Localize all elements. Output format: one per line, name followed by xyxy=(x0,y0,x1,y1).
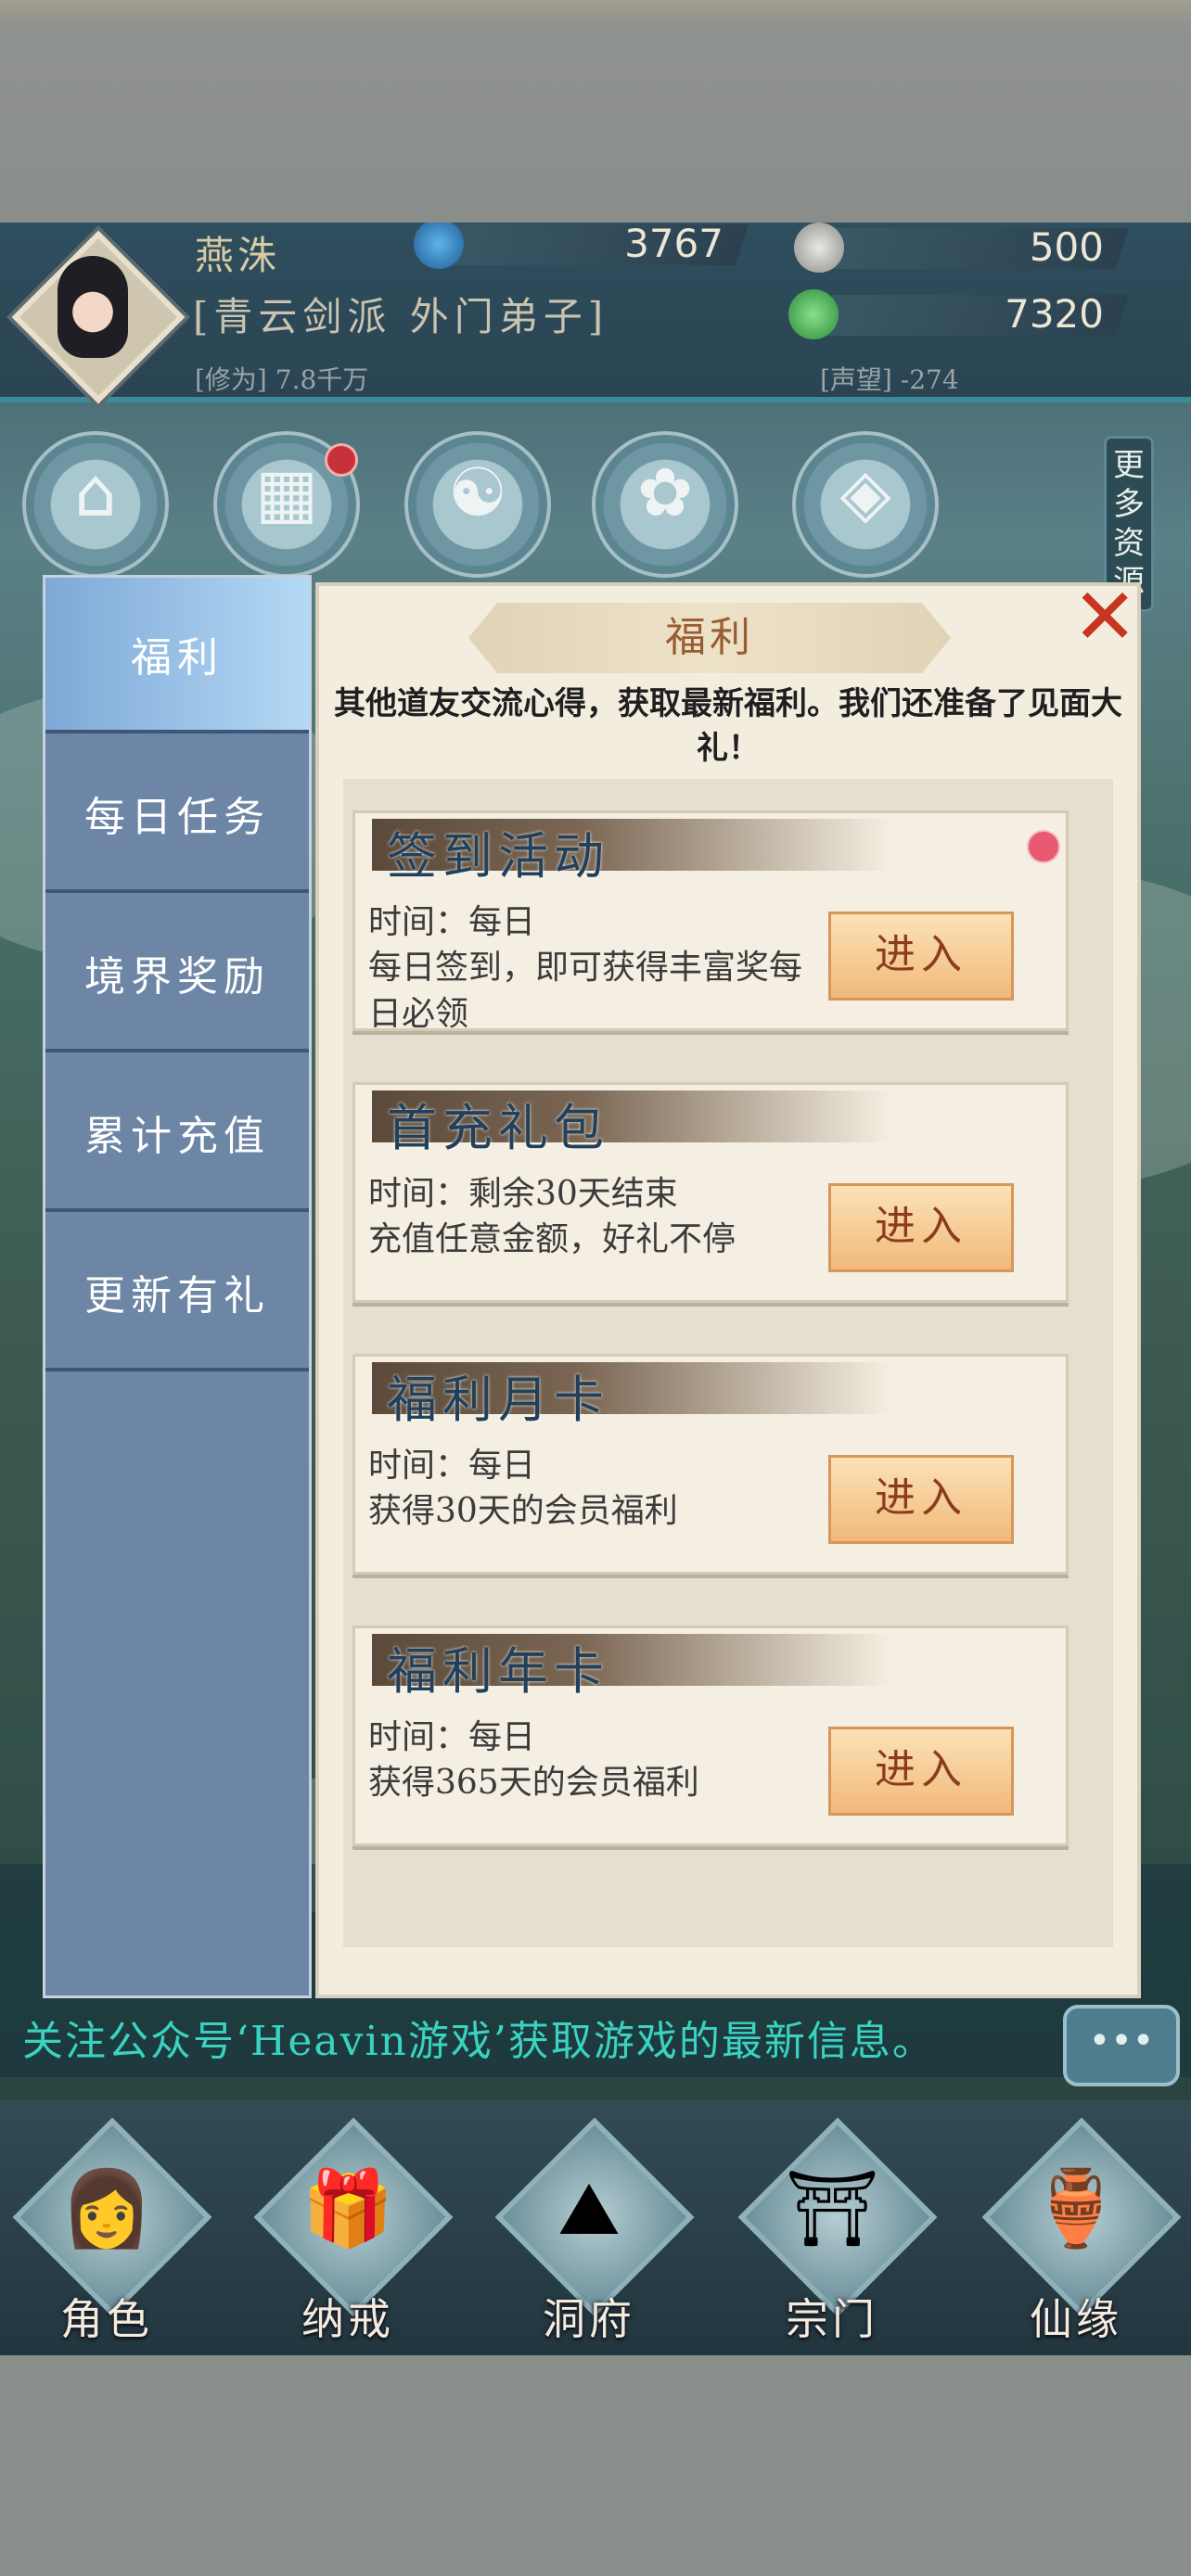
card-title: 福利月卡 xyxy=(387,1371,609,1429)
nav-circle-taiji[interactable]: ☯ xyxy=(404,431,551,578)
bottom-nav-label: 宗门 xyxy=(786,2294,878,2344)
tab-update-gifts[interactable]: 更新有礼 xyxy=(45,1216,309,1371)
card-title: 签到活动 xyxy=(387,827,609,886)
enter-button[interactable]: 进入 xyxy=(828,1183,1014,1272)
chat-more-button[interactable]: ••• xyxy=(1063,2005,1180,2086)
nav-circle-pavilion[interactable]: ⌂ xyxy=(22,431,169,578)
card-description: 获得365天的会员福利 xyxy=(368,1764,699,1802)
card-title: 福利年卡 xyxy=(387,1642,609,1701)
nav-circle-lotus[interactable]: ✿ xyxy=(592,431,738,578)
bottom-nav-fate[interactable]: 🏺 仙缘 xyxy=(969,2117,1183,2344)
player-reputation: [声望] -274 xyxy=(820,364,959,395)
bottom-nav-ring[interactable]: 🎁 纳戒 xyxy=(241,2117,455,2344)
card-time: 时间：剩余30天结束 xyxy=(368,1175,678,1213)
bottom-nav-cave[interactable]: ⛰ 洞府 xyxy=(482,2117,696,2344)
nav-circle-realm[interactable]: ◈ xyxy=(792,431,939,578)
player-name: 燕洙 xyxy=(195,233,281,278)
bottom-nav-label: 洞府 xyxy=(543,2294,635,2344)
tab-welfare[interactable]: 福利 xyxy=(45,578,309,733)
player-sect: [青云剑派 外门弟子] xyxy=(193,294,609,339)
welfare-card-first-recharge: 首充礼包 时间：剩余30天结束 充值任意金额，好礼不停 进入 xyxy=(352,1082,1069,1303)
card-time: 时间：每日 xyxy=(368,1447,536,1485)
bottom-nav-label: 仙缘 xyxy=(1030,2294,1122,2344)
pavilion-icon: ⌂ xyxy=(74,453,117,531)
card-description: 充值任意金额，好礼不停 xyxy=(368,1220,736,1258)
notification-dot xyxy=(325,443,358,477)
header-divider xyxy=(0,397,1191,402)
panel-title: 福利 xyxy=(665,614,754,661)
top-band xyxy=(0,0,1191,223)
realm-icon: ◈ xyxy=(839,453,891,531)
card-description: 获得30天的会员福利 xyxy=(368,1492,678,1530)
enter-button[interactable]: 进入 xyxy=(828,912,1014,1001)
bottom-nav-label: 角色 xyxy=(60,2294,153,2344)
silver-currency-value: 500 xyxy=(1029,224,1104,270)
ring-bag-icon: 🎁 xyxy=(301,2165,394,2251)
sect-icon: ⛩ xyxy=(785,2165,879,2251)
tab-daily-tasks[interactable]: 每日任务 xyxy=(45,737,309,893)
card-time: 时间：每日 xyxy=(368,903,536,941)
player-cultivation: [修为] 7.8千万 xyxy=(195,364,369,395)
welfare-tab-list: 福利 每日任务 境界奖励 累计充值 更新有礼 xyxy=(43,575,312,1998)
tab-cumulative-recharge[interactable]: 累计充值 xyxy=(45,1056,309,1212)
lotus-icon: ✿ xyxy=(636,453,694,531)
card-description: 每日签到，即可获得丰富奖每日必领 xyxy=(368,949,803,1033)
jade-currency-value: 3767 xyxy=(624,223,724,266)
bottom-nav-label: 纳戒 xyxy=(301,2294,394,2344)
close-icon[interactable]: ✕ xyxy=(1072,578,1137,656)
welfare-card-checkin: 签到活动 时间：每日 每日签到，即可获得丰富奖每日必领 进入 xyxy=(352,810,1069,1033)
enter-button[interactable]: 进入 xyxy=(828,1727,1014,1816)
taiji-icon: ☯ xyxy=(447,453,508,531)
cave-icon: ⛰ xyxy=(557,2165,621,2251)
card-time: 时间：每日 xyxy=(368,1718,536,1756)
welfare-card-monthly: 福利月卡 时间：每日 获得30天的会员福利 进入 xyxy=(352,1354,1069,1575)
tab-realm-rewards[interactable]: 境界奖励 xyxy=(45,897,309,1052)
bottom-nav-role[interactable]: 👩 角色 xyxy=(0,2117,213,2344)
chat-message: 关注公众号‘Heavin游戏’获取游戏的最新信息。 xyxy=(22,2018,935,2065)
panel-notice: 其他道友交流心得，获取最新福利。我们还准备了见面大礼！ xyxy=(334,685,1122,767)
bottom-nav-sect[interactable]: ⛩ 宗门 xyxy=(725,2117,939,2344)
card-title: 首充礼包 xyxy=(387,1099,609,1157)
enter-button[interactable]: 进入 xyxy=(828,1455,1014,1544)
bottom-band xyxy=(0,2355,1191,2576)
spirit-currency-value: 7320 xyxy=(1005,291,1104,337)
avatar-portrait-icon xyxy=(58,256,128,358)
avatar-icon: 👩 xyxy=(60,2165,153,2251)
notification-dot xyxy=(1027,830,1060,863)
player-avatar[interactable] xyxy=(9,228,186,404)
welfare-card-yearly: 福利年卡 时间：每日 获得365天的会员福利 进入 xyxy=(352,1626,1069,1846)
gourd-icon: 🏺 xyxy=(1030,2165,1122,2251)
